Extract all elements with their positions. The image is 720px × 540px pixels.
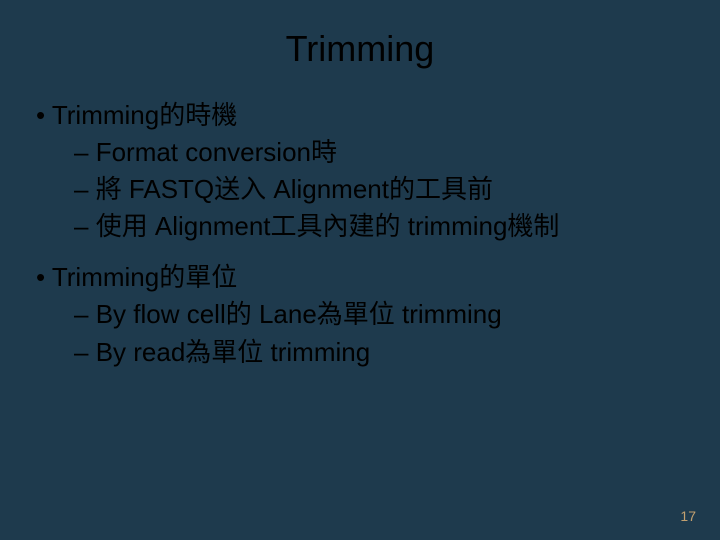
slide-title: Trimming [36, 28, 684, 70]
subbullet-flowcell-lane: By flow cell的 Lane為單位 trimming [74, 297, 684, 332]
subbullet-by-read: By read為單位 trimming [74, 335, 684, 370]
bullet-trimming-timing: Trimming的時機 [36, 98, 684, 133]
subbullet-fastq-alignment: 將 FASTQ送入 Alignment的工具前 [74, 172, 684, 207]
spacer [36, 246, 684, 254]
subbullet-builtin-trimming: 使用 Alignment工具內建的 trimming機制 [74, 209, 684, 244]
bullet-trimming-unit: Trimming的單位 [36, 260, 684, 295]
page-number: 17 [680, 508, 696, 524]
slide: Trimming Trimming的時機 Format conversion時 … [0, 0, 720, 540]
subbullet-format-conversion: Format conversion時 [74, 135, 684, 170]
slide-body: Trimming的時機 Format conversion時 將 FASTQ送入… [36, 98, 684, 370]
